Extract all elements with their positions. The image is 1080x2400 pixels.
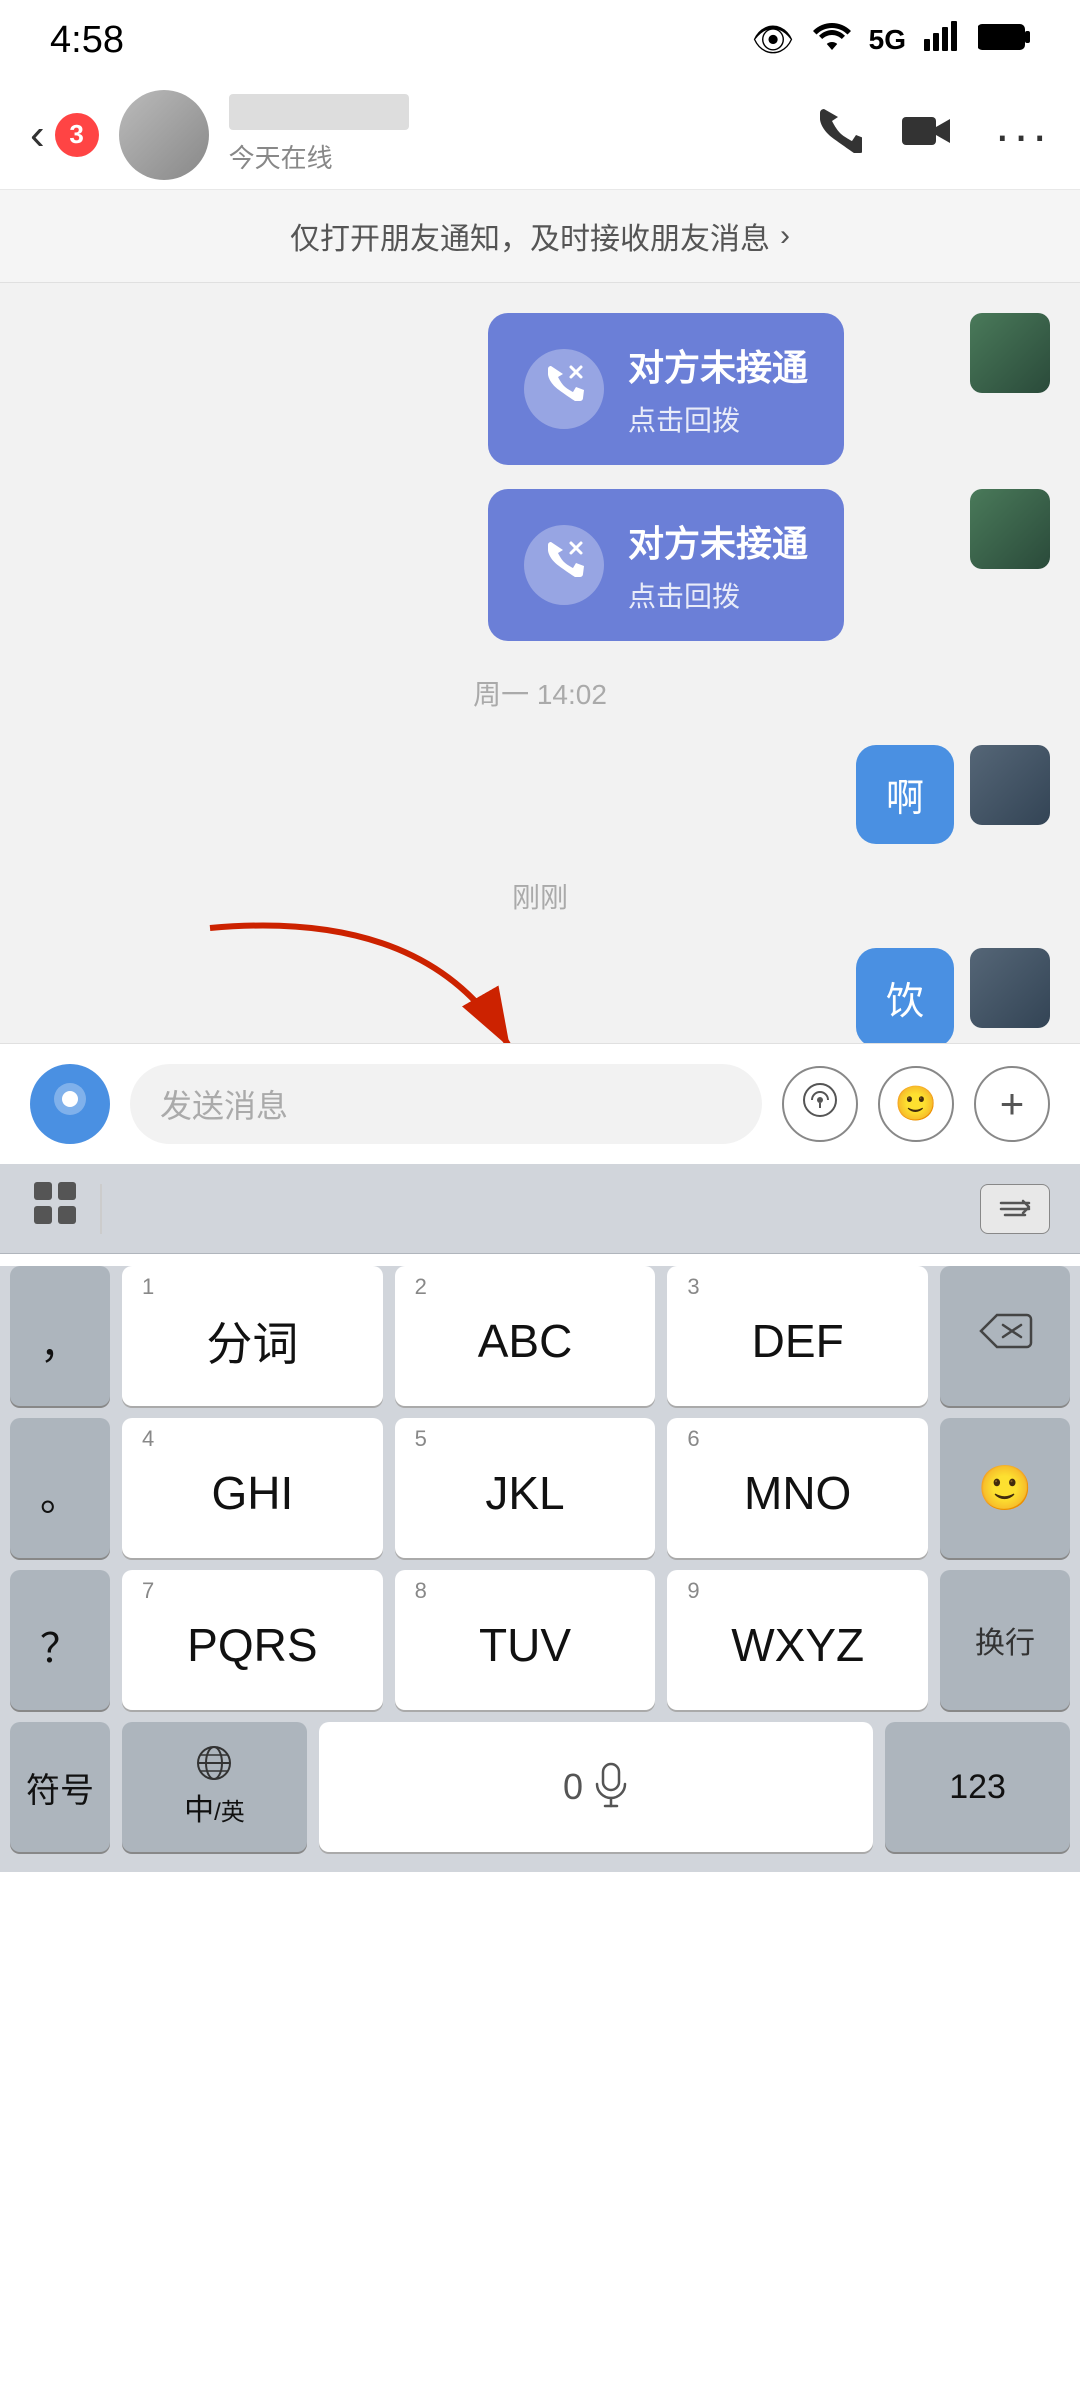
status-icons: 👁 5G (751, 20, 1030, 60)
space-number-label: 0 (563, 1766, 583, 1808)
key-5-jkl[interactable]: 5 JKL (395, 1418, 656, 1558)
voice-input-button[interactable] (782, 1066, 858, 1142)
keyboard: ， 1 分词 2 ABC 3 DEF 。 (0, 1266, 1080, 1872)
phone-x-icon-2 (543, 539, 585, 591)
key-6-mno[interactable]: 6 MNO (667, 1418, 928, 1558)
backspace-icon (977, 1311, 1033, 1362)
emoji-face-icon: 🙂 (978, 1462, 1033, 1514)
emoji-icon: 🙂 (895, 1084, 937, 1124)
contact-info: 今天在线 (229, 94, 794, 175)
key-8-tuv[interactable]: 8 TUV (395, 1570, 656, 1710)
notification-arrow-icon: › (780, 219, 790, 253)
message-input[interactable]: 发送消息 (130, 1064, 762, 1144)
call-icon-circle-1 (524, 349, 604, 429)
notification-banner[interactable]: 仅打开朋友通知，及时接收朋友消息 › (0, 190, 1080, 283)
key-9-wxyz[interactable]: 9 WXYZ (667, 1570, 928, 1710)
space-mic-icon (593, 1762, 629, 1813)
key-newline[interactable]: 换行 (940, 1570, 1070, 1710)
missed-call-text-2: 对方未接通 点击回拨 (628, 515, 808, 615)
signal-5g-icon: 5G (869, 24, 906, 56)
keyboard-row-1: ， 1 分词 2 ABC 3 DEF (0, 1266, 1080, 1406)
voice-wave-icon (802, 1082, 838, 1127)
newline-label: 换行 (975, 1618, 1035, 1662)
key-emoji[interactable]: 🙂 (940, 1418, 1070, 1558)
input-placeholder: 发送消息 (160, 1081, 288, 1127)
msg-bubble-yin: 饮 (856, 948, 954, 1043)
back-button[interactable]: ‹ 3 (30, 110, 99, 160)
back-arrow-icon: ‹ (30, 110, 45, 160)
key-4-ghi[interactable]: 4 GHI (122, 1418, 383, 1558)
keyboard-row-2: 。 4 GHI 5 JKL 6 MNO 🙂 (0, 1418, 1080, 1558)
key-space[interactable]: 0 (319, 1722, 873, 1852)
key-3-def[interactable]: 3 DEF (667, 1266, 928, 1406)
toolbar-divider (100, 1184, 102, 1234)
keyboard-grid-icon[interactable] (30, 1178, 80, 1239)
missed-call-bubble-2[interactable]: 对方未接通 点击回拨 (488, 489, 844, 641)
timestamp-2: 刚刚 (30, 868, 1050, 924)
key-question[interactable]: ？ (10, 1570, 110, 1710)
mic-icon (48, 1077, 92, 1132)
missed-call-title-2: 对方未接通 (628, 515, 808, 567)
call-icon-circle-2 (524, 525, 604, 605)
msg-row-yin-wrapper: 饮 已送达 (30, 948, 1050, 1043)
contact-avatar (119, 90, 209, 180)
missed-call-text-1: 对方未接通 点击回拨 (628, 339, 808, 439)
timestamp-1: 周一 14:02 (30, 665, 1050, 721)
user-avatar-msg2 (970, 948, 1050, 1028)
video-call-button[interactable] (902, 108, 954, 162)
key-period[interactable]: 。 (10, 1418, 110, 1558)
plus-icon: + (1000, 1080, 1025, 1128)
msg-row-ah: 啊 (30, 745, 1050, 844)
key-1-fenci[interactable]: 1 分词 (122, 1266, 383, 1406)
msg-bubble-ah: 啊 (856, 745, 954, 844)
user-avatar-msg1 (970, 745, 1050, 825)
chat-header: ‹ 3 今天在线 ··· (0, 80, 1080, 190)
status-time: 4:58 (50, 19, 124, 62)
contact-status: 今天在线 (229, 138, 794, 175)
key-7-pqrs[interactable]: 7 PQRS (122, 1570, 383, 1710)
battery-icon (978, 21, 1030, 60)
msg-yin-col: 饮 已送达 (856, 948, 954, 1043)
missed-call-sub-1: 点击回拨 (628, 399, 808, 439)
missed-call-row-2: 对方未接通 点击回拨 (30, 489, 1050, 641)
missed-call-row-1: 对方未接通 点击回拨 (30, 313, 1050, 465)
keyboard-toolbar (0, 1164, 1080, 1254)
key-fuhaо[interactable]: 符号 (10, 1722, 110, 1852)
globe-icon (196, 1745, 232, 1781)
eye-icon: 👁 (751, 20, 794, 60)
phone-x-icon-1 (543, 363, 585, 415)
key-2-abc[interactable]: 2 ABC (395, 1266, 656, 1406)
more-options-button[interactable]: ··· (994, 106, 1050, 164)
keyboard-row-3: ？ 7 PQRS 8 TUV 9 WXYZ 换行 (0, 1570, 1080, 1710)
msg-row-yin: 饮 已送达 (30, 948, 1050, 1043)
signal-bars-icon (924, 21, 960, 60)
key-123[interactable]: 123 (885, 1722, 1070, 1852)
wifi-icon (813, 21, 851, 60)
notification-text: 仅打开朋友通知，及时接收朋友消息 (290, 214, 770, 258)
add-extra-button[interactable]: + (974, 1066, 1050, 1142)
header-actions: ··· (814, 105, 1050, 164)
emoji-button[interactable]: 🙂 (878, 1066, 954, 1142)
missed-call-title-1: 对方未接通 (628, 339, 808, 391)
user-avatar-2 (970, 489, 1050, 569)
user-avatar-1 (970, 313, 1050, 393)
contact-name-blur (229, 94, 409, 130)
status-bar: 4:58 👁 5G (0, 0, 1080, 80)
key-lang-switch[interactable]: 中/英 (122, 1722, 307, 1852)
missed-call-sub-2: 点击回拨 (628, 575, 808, 615)
keyboard-collapse-btn[interactable] (980, 1184, 1050, 1234)
unread-badge: 3 (55, 113, 99, 157)
input-bar: 发送消息 🙂 + (0, 1043, 1080, 1164)
key-delete[interactable] (940, 1266, 1070, 1406)
chat-area: 对方未接通 点击回拨 对方未接通 点击回拨 (0, 283, 1080, 1043)
missed-call-bubble-1[interactable]: 对方未接通 点击回拨 (488, 313, 844, 465)
key-comma[interactable]: ， (10, 1266, 110, 1406)
call-button[interactable] (814, 105, 862, 164)
keyboard-row-bottom: 符号 中/英 0 123 (0, 1722, 1080, 1872)
mic-button[interactable] (30, 1064, 110, 1144)
